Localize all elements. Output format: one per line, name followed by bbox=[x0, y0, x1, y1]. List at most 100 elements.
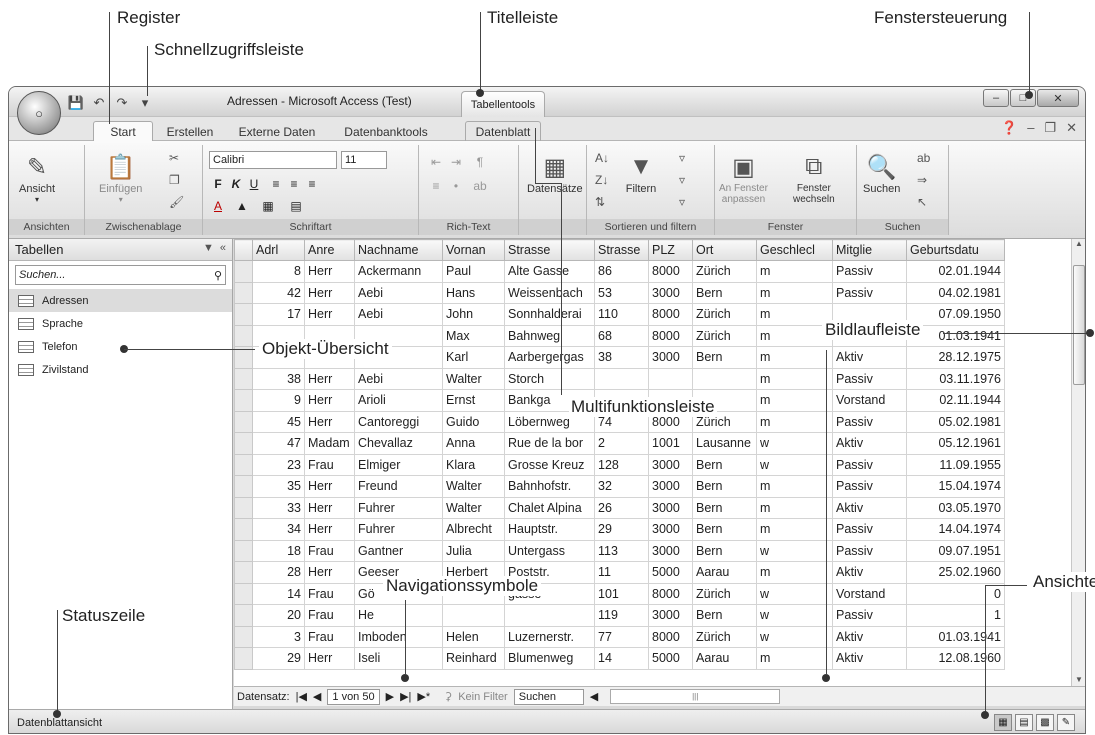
table-cell[interactable]: Zürich bbox=[692, 260, 757, 283]
table-cell[interactable]: Herr bbox=[304, 496, 355, 519]
table-cell[interactable]: m bbox=[756, 518, 833, 541]
column-header[interactable]: Geschlecl bbox=[756, 239, 833, 261]
font-size-combo[interactable]: 11 bbox=[341, 151, 387, 169]
table-cell[interactable]: 8000 bbox=[648, 582, 693, 605]
table-cell[interactable]: 1001 bbox=[648, 432, 693, 455]
table-cell[interactable]: Fuhrer bbox=[354, 496, 443, 519]
table-cell[interactable]: m bbox=[756, 389, 833, 412]
record-selector[interactable] bbox=[234, 539, 253, 562]
table-cell[interactable]: 01.03.1941 bbox=[906, 625, 1005, 648]
column-header[interactable]: Adrl bbox=[252, 239, 305, 261]
record-selector[interactable] bbox=[234, 561, 253, 584]
table-cell[interactable]: w bbox=[756, 604, 833, 627]
table-cell[interactable]: 5000 bbox=[648, 647, 693, 670]
table-cell[interactable]: Bern bbox=[692, 281, 757, 304]
record-selector[interactable] bbox=[234, 303, 253, 326]
indent-decrease-icon[interactable]: ⇤ bbox=[427, 153, 445, 171]
prev-record-icon[interactable]: ◀ bbox=[313, 690, 321, 703]
table-cell[interactable]: 28.12.1975 bbox=[906, 346, 1005, 369]
table-cell[interactable]: 14 bbox=[252, 582, 305, 605]
table-cell[interactable]: 03.05.1970 bbox=[906, 496, 1005, 519]
table-cell[interactable]: 3000 bbox=[648, 539, 693, 562]
indent-increase-icon[interactable]: ⇥ bbox=[447, 153, 465, 171]
pivot-chart-view-icon[interactable]: ▩ bbox=[1036, 714, 1054, 731]
table-cell[interactable]: 26 bbox=[594, 496, 649, 519]
pivot-table-view-icon[interactable]: ▤ bbox=[1015, 714, 1033, 731]
table-cell[interactable]: Rue de la bor bbox=[504, 432, 595, 455]
table-cell[interactable]: 33 bbox=[252, 496, 305, 519]
table-cell[interactable]: Aebi bbox=[354, 367, 443, 390]
column-header[interactable]: PLZ bbox=[648, 239, 693, 261]
table-cell[interactable]: 38 bbox=[252, 367, 305, 390]
table-cell[interactable]: Ernst bbox=[442, 389, 505, 412]
table-row[interactable]: 35 Herr Freund Walter Bahnhofstr. 32 3000 Bern m… bbox=[234, 475, 1005, 498]
table-cell[interactable]: Herr bbox=[304, 389, 355, 412]
column-header[interactable]: Nachname bbox=[354, 239, 443, 261]
select-all-corner[interactable] bbox=[234, 239, 253, 261]
table-cell[interactable]: 3000 bbox=[648, 281, 693, 304]
toggle-filter-icon[interactable]: ▿ bbox=[679, 195, 685, 209]
column-header[interactable]: Mitglie bbox=[832, 239, 907, 261]
table-cell[interactable]: 12.08.1960 bbox=[906, 647, 1005, 670]
table-cell[interactable]: 11.09.1955 bbox=[906, 453, 1005, 476]
table-cell[interactable] bbox=[594, 367, 649, 390]
record-selector[interactable] bbox=[234, 647, 253, 670]
table-row[interactable]: 34 Herr Fuhrer Albrecht Hauptstr. 29 3000 Bern m… bbox=[234, 518, 1005, 541]
table-cell[interactable]: Bern bbox=[692, 496, 757, 519]
table-cell[interactable]: Walter bbox=[442, 475, 505, 498]
table-cell[interactable]: m bbox=[756, 561, 833, 584]
record-selector[interactable] bbox=[234, 324, 253, 347]
table-cell[interactable]: Julia bbox=[442, 539, 505, 562]
table-cell[interactable]: Guido bbox=[442, 410, 505, 433]
table-cell[interactable]: Bahnhofstr. bbox=[504, 475, 595, 498]
table-cell[interactable]: 0 bbox=[906, 582, 1005, 605]
table-cell[interactable]: Herr bbox=[304, 518, 355, 541]
tab-erstellen[interactable]: Erstellen bbox=[157, 121, 223, 142]
table-cell[interactable]: Freund bbox=[354, 475, 443, 498]
table-cell[interactable]: 02.01.1944 bbox=[906, 260, 1005, 283]
table-cell[interactable]: w bbox=[756, 453, 833, 476]
table-cell[interactable]: 28 bbox=[252, 561, 305, 584]
format-painter-icon[interactable]: 🖌 bbox=[169, 195, 184, 209]
table-cell[interactable]: Walter bbox=[442, 367, 505, 390]
help-icon[interactable]: ❓ bbox=[1001, 120, 1017, 136]
table-cell[interactable]: Aarbergergas bbox=[504, 346, 595, 369]
table-cell[interactable]: Passiv bbox=[832, 475, 907, 498]
table-cell[interactable]: Aktiv bbox=[832, 647, 907, 670]
table-cell[interactable]: 20 bbox=[252, 604, 305, 627]
table-row[interactable]: 33 Herr Fuhrer Walter Chalet Alpina 26 3000 Ber… bbox=[234, 496, 1005, 519]
table-cell[interactable]: 5000 bbox=[648, 561, 693, 584]
record-selector[interactable] bbox=[234, 260, 253, 283]
goto-icon[interactable]: ⇒ bbox=[917, 173, 927, 187]
filter-status[interactable]: Kein Filter bbox=[458, 691, 508, 703]
table-row[interactable]: 14FrauGögasse1018000ZürichwVorstand0 bbox=[234, 582, 1005, 605]
table-cell[interactable]: 128 bbox=[594, 453, 649, 476]
font-name-combo[interactable]: Calibri bbox=[209, 151, 337, 169]
table-cell[interactable] bbox=[504, 604, 595, 627]
table-cell[interactable]: m bbox=[756, 647, 833, 670]
table-cell[interactable]: Elmiger bbox=[354, 453, 443, 476]
ribbon-minimize-icon[interactable]: – bbox=[1027, 120, 1034, 136]
record-position-field[interactable]: 1 von 50 bbox=[327, 688, 380, 705]
vertical-scrollbar[interactable]: ▲ ▼ bbox=[1071, 239, 1085, 686]
table-cell[interactable]: 47 bbox=[252, 432, 305, 455]
table-cell[interactable]: Alte Gasse bbox=[504, 260, 595, 283]
table-cell[interactable]: Passiv bbox=[832, 453, 907, 476]
table-cell[interactable]: 25.02.1960 bbox=[906, 561, 1005, 584]
table-cell[interactable]: 14.04.1974 bbox=[906, 518, 1005, 541]
paragraph-icon[interactable]: ¶ bbox=[471, 153, 489, 171]
table-cell[interactable]: Bern bbox=[692, 346, 757, 369]
table-cell[interactable]: m bbox=[756, 410, 833, 433]
table-cell[interactable]: 3000 bbox=[648, 604, 693, 627]
selection-filter-icon[interactable]: ▿ bbox=[679, 151, 685, 165]
table-cell[interactable]: Aarau bbox=[692, 647, 757, 670]
tab-start[interactable]: Start bbox=[93, 121, 153, 142]
record-selector[interactable] bbox=[234, 281, 253, 304]
table-cell[interactable]: 77 bbox=[594, 625, 649, 648]
table-cell[interactable]: Aktiv bbox=[832, 561, 907, 584]
ansicht-button[interactable]: ✎ Ansicht ▾ bbox=[19, 151, 55, 205]
table-cell[interactable]: 113 bbox=[594, 539, 649, 562]
record-selector[interactable] bbox=[234, 367, 253, 390]
table-cell[interactable]: m bbox=[756, 346, 833, 369]
einfuegen-button[interactable]: 📋 Einfügen ▾ bbox=[99, 151, 142, 205]
